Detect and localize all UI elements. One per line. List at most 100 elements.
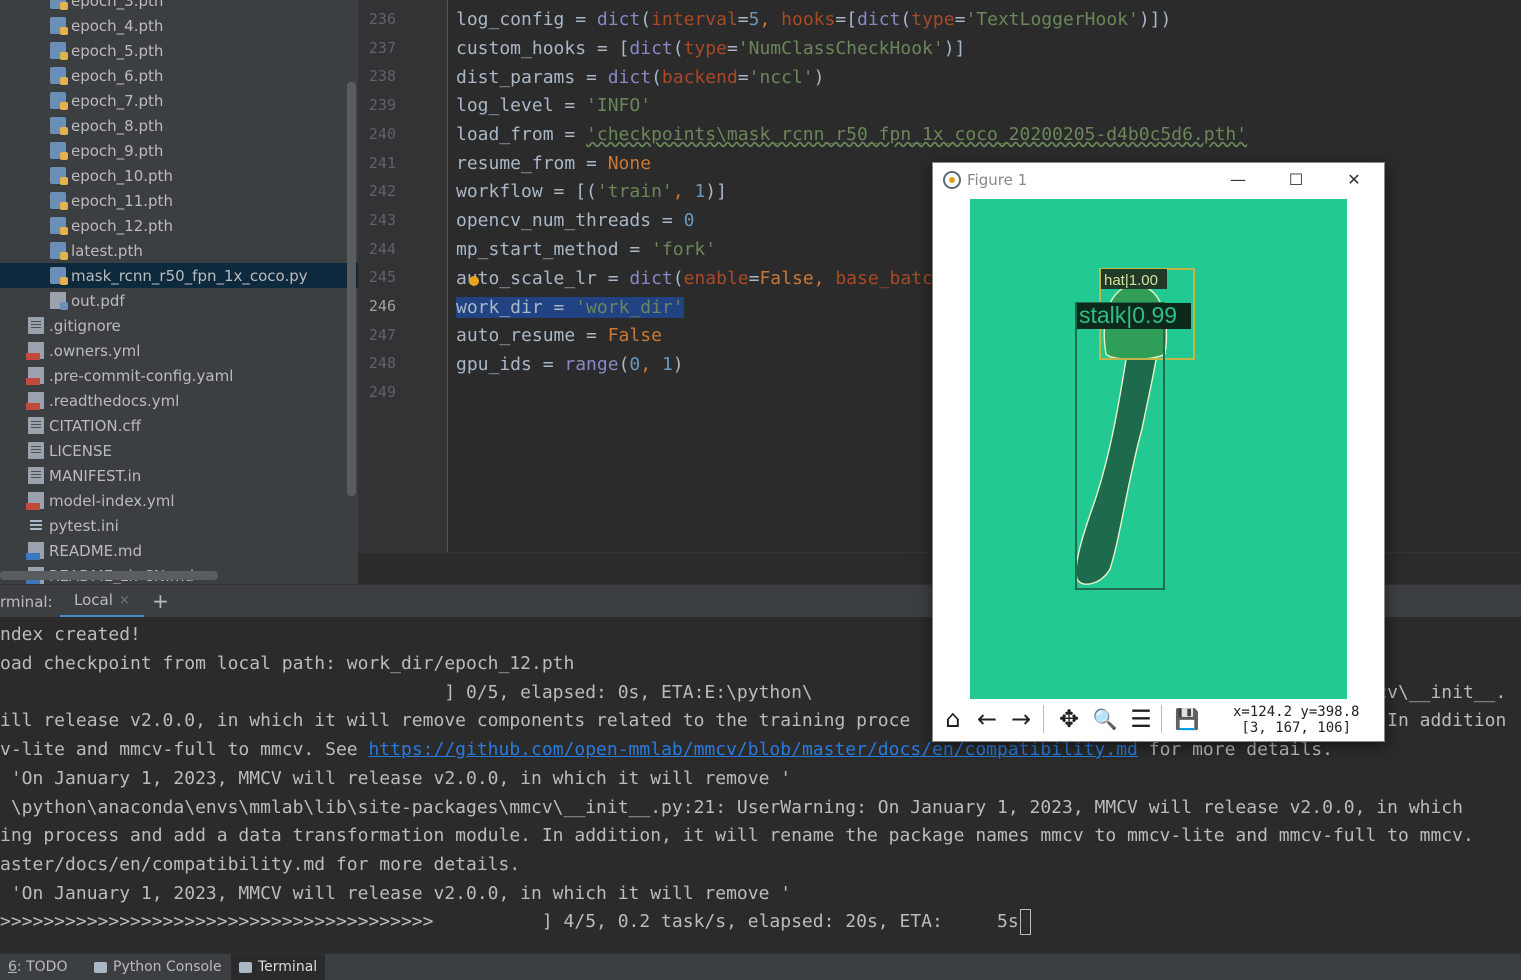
tree-item-label: epoch_4.pth	[71, 16, 164, 35]
line-number: 238	[368, 67, 396, 86]
figure-titlebar[interactable]: Figure 1 — ☐ ✕	[933, 163, 1384, 197]
close-button[interactable]: ✕	[1331, 167, 1377, 193]
add-terminal-button[interactable]: +	[152, 589, 169, 613]
code-line-238[interactable]: dist_params = dict(backend='nccl')	[456, 65, 825, 91]
doc-file-icon	[28, 467, 44, 484]
code-line-243[interactable]: opencv_num_threads = 0	[456, 208, 694, 234]
tree-item[interactable]: epoch_7.pth	[0, 88, 358, 113]
project-tree: epoch_3.pth epoch_4.pth epoch_5.pth epoch_6…	[0, 0, 358, 584]
tree-item-label: epoch_7.pth	[71, 91, 164, 110]
figure-window[interactable]: Figure 1 — ☐ ✕ hat|1.00 stalk|0.99 ⌂ ← →…	[932, 162, 1385, 742]
compatibility-link[interactable]: https://github.com/open-mmlab/mmcv/blob/…	[368, 739, 1137, 760]
tree-item[interactable]: epoch_8.pth	[0, 113, 358, 138]
terminal-tab-local[interactable]: Local ×	[60, 585, 144, 618]
code-line-237[interactable]: custom_hooks = [dict(type='NumClassCheck…	[456, 36, 965, 62]
tree-item-label: epoch_5.pth	[71, 41, 164, 60]
intention-bulb-icon[interactable]	[469, 276, 479, 286]
tool-window-bar: 6: TODO Python Console Terminal	[0, 953, 1521, 980]
tree-item[interactable]: epoch_10.pth	[0, 163, 358, 188]
maximize-button[interactable]: ☐	[1273, 167, 1319, 193]
tree-item[interactable]: MANIFEST.in	[0, 463, 358, 488]
code-line-241[interactable]: resume_from = None	[456, 151, 651, 177]
tree-item[interactable]: out.pdf	[0, 288, 358, 313]
tree-item[interactable]: .pre-commit-config.yaml	[0, 363, 358, 388]
tree-item[interactable]: epoch_5.pth	[0, 38, 358, 63]
code-line-246[interactable]: work_dir = 'work_dir'	[456, 295, 684, 321]
configure-subplots-icon[interactable]: ☰	[1125, 703, 1157, 735]
close-icon[interactable]: ×	[119, 593, 130, 608]
tree-item[interactable]: .gitignore	[0, 313, 358, 338]
tree-item[interactable]: epoch_12.pth	[0, 213, 358, 238]
tree-item[interactable]: README.md	[0, 538, 358, 563]
python-console-button[interactable]: Python Console	[86, 954, 230, 980]
terminal-label: rminal:	[0, 593, 53, 611]
detection-image: hat|1.00 stalk|0.99	[970, 199, 1347, 699]
tree-item-label: CITATION.cff	[49, 416, 141, 435]
tree-item[interactable]: epoch_3.pth	[0, 0, 358, 13]
zoom-icon[interactable]: 🔍	[1089, 703, 1121, 735]
tree-item-label: .pre-commit-config.yaml	[49, 366, 234, 385]
code-line-245[interactable]: auto_scale_lr = dict(enable=False, base_…	[456, 266, 933, 292]
yml-file-icon	[26, 342, 44, 360]
tree-item-label: out.pdf	[71, 291, 125, 310]
tree-item[interactable]: epoch_4.pth	[0, 13, 358, 38]
py-file-icon	[50, 42, 68, 60]
terminal-button[interactable]: Terminal	[231, 954, 326, 980]
terminal-line: oad checkpoint from local path: work_dir…	[0, 653, 575, 674]
py-file-icon	[50, 167, 68, 185]
tree-item-label: README.md	[49, 541, 143, 560]
tree-vertical-scrollbar[interactable]	[347, 82, 356, 496]
tree-item[interactable]: epoch_9.pth	[0, 138, 358, 163]
tree-item[interactable]: epoch_11.pth	[0, 188, 358, 213]
code-line-248[interactable]: gpu_ids = range(0, 1)	[456, 352, 684, 378]
tree-item-label: .owners.yml	[49, 341, 141, 360]
line-number: 237	[368, 38, 396, 57]
tree-item-label: model-index.yml	[49, 491, 175, 510]
todo-button[interactable]: 6: TODO	[0, 954, 75, 980]
tree-item[interactable]: .owners.yml	[0, 338, 358, 363]
figure-image[interactable]: hat|1.00 stalk|0.99	[970, 199, 1347, 699]
figure-toolbar: ⌂ ← → ✥ 🔍 ☰ 💾 x=124.2 y=398.8 [3, 167, 1…	[933, 699, 1384, 741]
tree-item[interactable]: CITATION.cff	[0, 413, 358, 438]
py-file-icon	[50, 267, 68, 285]
tree-item[interactable]: latest.pth	[0, 238, 358, 263]
back-arrow-icon[interactable]: ←	[971, 703, 1003, 735]
py-file-icon	[50, 117, 68, 135]
code-line-240[interactable]: load_from = 'checkpoints\mask_rcnn_r50_f…	[456, 122, 1247, 148]
tree-item[interactable]: epoch_6.pth	[0, 63, 358, 88]
tree-item[interactable]: pytest.ini	[0, 513, 358, 538]
code-line-236[interactable]: log_config = dict(interval=5, hooks=[dic…	[456, 7, 1171, 33]
matplotlib-logo-icon	[943, 171, 961, 189]
code-line-242[interactable]: workflow = [('train', 1)]	[456, 179, 727, 205]
py-file-icon	[50, 17, 68, 35]
tree-item[interactable]: model-index.yml	[0, 488, 358, 513]
line-number: 244	[368, 239, 396, 258]
home-icon[interactable]: ⌂	[937, 703, 969, 735]
code-line-239[interactable]: log_level = 'INFO'	[456, 93, 651, 119]
tree-item-label: MANIFEST.in	[49, 466, 142, 485]
tree-item-label: LICENSE	[49, 441, 112, 460]
line-number: 242	[368, 182, 396, 201]
pan-icon[interactable]: ✥	[1053, 703, 1085, 735]
code-line-247[interactable]: auto_resume = False	[456, 323, 662, 349]
code-line-244[interactable]: mp_start_method = 'fork'	[456, 237, 716, 263]
line-number: 239	[368, 96, 396, 115]
save-icon[interactable]: 💾	[1171, 703, 1203, 735]
terminal-line: \python\anaconda\envs\mmlab\lib\site-pac…	[0, 797, 1463, 818]
minimize-button[interactable]: —	[1215, 167, 1261, 193]
tree-item-label: mask_rcnn_r50_fpn_1x_coco.py	[71, 266, 308, 285]
figure-title: Figure 1	[967, 171, 1028, 189]
terminal-tab-label: Local	[74, 591, 113, 609]
py-file-icon	[50, 192, 68, 210]
tree-item[interactable]: mask_rcnn_r50_fpn_1x_coco.py	[0, 263, 358, 288]
forward-arrow-icon[interactable]: →	[1005, 703, 1037, 735]
tree-item-label: epoch_3.pth	[71, 0, 164, 10]
tree-horizontal-scrollbar[interactable]	[0, 571, 218, 580]
tree-item-label: epoch_9.pth	[71, 141, 164, 160]
pdf-file-icon	[50, 292, 68, 310]
tree-item[interactable]: LICENSE	[0, 438, 358, 463]
terminal-line: 'On January 1, 2023, MMCV will release v…	[0, 768, 792, 789]
tree-item[interactable]: .readthedocs.yml	[0, 388, 358, 413]
terminal-progress-line: >>>>>>>>>>>>>>>>>>>>>>>>>>>>>>>>>>>>>>>>…	[0, 907, 1031, 936]
py-file-icon	[50, 67, 68, 85]
